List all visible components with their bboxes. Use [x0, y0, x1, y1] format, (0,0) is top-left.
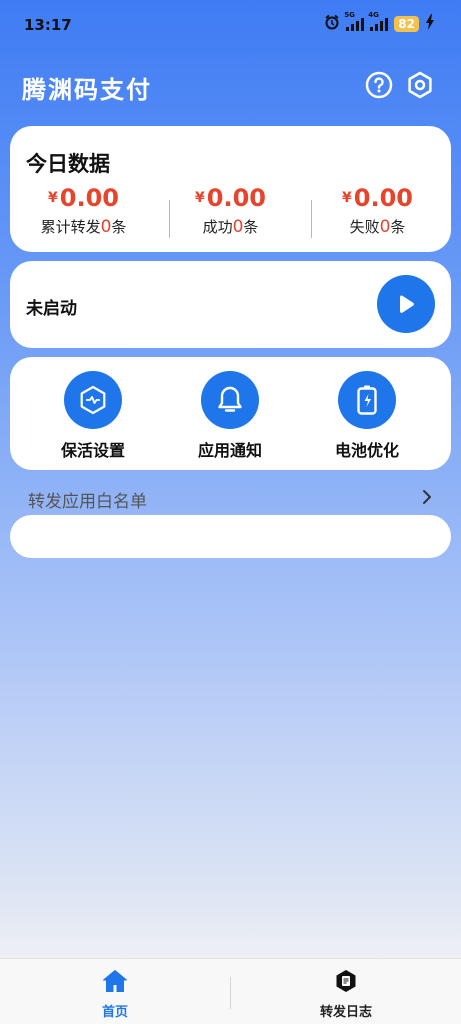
charging-icon	[425, 14, 435, 33]
tab-forward-log[interactable]: 转发日志	[231, 969, 461, 1020]
bell-icon	[218, 386, 242, 412]
status-icons: 5G 4G 82	[324, 11, 435, 33]
question-circle-icon	[365, 71, 393, 99]
service-status-card: 未启动	[10, 261, 451, 348]
today-data-card: 今日数据 ¥0.00 累计转发0条 ¥0.00 成功0条 ¥0.00 失败0条	[10, 126, 451, 252]
stat-total-label: 累计转发0条	[40, 217, 127, 237]
tool-label: 电池优化	[334, 441, 399, 460]
whitelist-label: 转发应用白名单	[28, 491, 147, 512]
home-icon	[103, 970, 127, 992]
today-title: 今日数据	[26, 152, 110, 176]
keepalive-settings-button[interactable]: 保活设置	[33, 371, 153, 461]
signal-5g-icon: 5G	[344, 11, 365, 31]
help-button[interactable]	[364, 70, 394, 100]
stat-failed-label: 失败0条	[349, 217, 406, 237]
status-bar: 13:17 5G 4G 82	[0, 0, 461, 52]
stat-failed-amount: ¥0.00	[342, 184, 413, 212]
play-icon	[400, 295, 414, 313]
tool-label: 保活设置	[60, 441, 125, 460]
app-title: 腾渊码支付	[22, 76, 152, 104]
stat-failed: ¥0.00 失败0条	[304, 184, 451, 237]
stat-success-label: 成功0条	[202, 217, 259, 237]
stat-total-amount: ¥0.00	[48, 184, 119, 212]
stat-success: ¥0.00 成功0条	[157, 184, 304, 237]
stat-total: ¥0.00 累计转发0条	[10, 184, 157, 237]
signal-4g-icon: 4G	[368, 11, 389, 31]
app-notification-button[interactable]: 应用通知	[170, 371, 290, 461]
battery-icon	[357, 385, 377, 415]
hexagon-gear-icon	[408, 71, 432, 99]
tab-forward-log-label: 转发日志	[319, 1005, 372, 1020]
tab-home[interactable]: 首页	[0, 969, 230, 1020]
service-status-text: 未启动	[26, 299, 77, 319]
alarm-icon	[324, 14, 340, 33]
battery-level: 82	[394, 15, 419, 32]
chevron-right-icon	[421, 489, 433, 510]
whitelist-row[interactable]: 转发应用白名单	[28, 486, 433, 512]
settings-button[interactable]	[405, 70, 435, 100]
tools-card: 保活设置 应用通知 电池优化	[10, 357, 451, 470]
bottom-tab-bar: 首页 转发日志	[0, 958, 461, 1024]
tool-label: 应用通知	[197, 441, 262, 460]
heartbeat-hexagon-icon	[80, 385, 106, 415]
battery-optimization-button[interactable]: 电池优化	[307, 371, 427, 461]
tab-home-label: 首页	[101, 1005, 128, 1020]
start-button[interactable]	[377, 275, 435, 333]
stat-success-amount: ¥0.00	[195, 184, 266, 212]
whitelist-card[interactable]	[10, 515, 451, 558]
log-hexagon-icon	[336, 970, 356, 992]
status-time: 13:17	[24, 16, 72, 34]
